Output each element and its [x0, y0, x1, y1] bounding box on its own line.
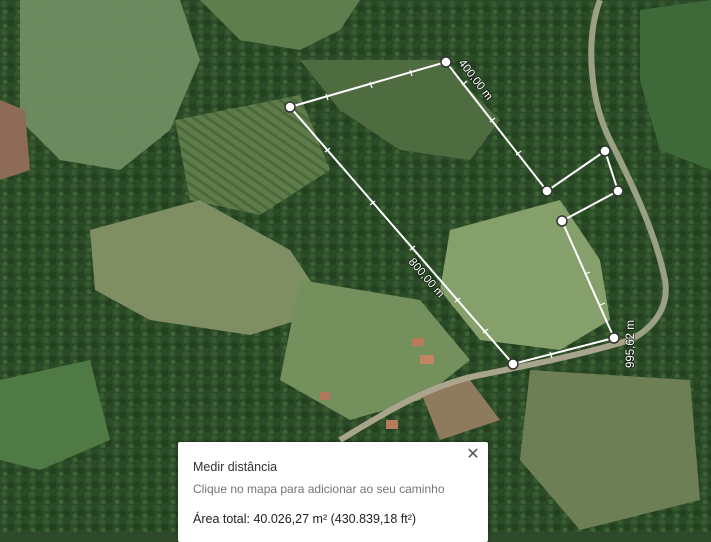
vertex-handle[interactable]	[612, 185, 624, 197]
vertex-handle[interactable]	[284, 101, 296, 113]
vertex-handle[interactable]	[507, 358, 519, 370]
segment-label-995: 995,62 m	[625, 320, 637, 368]
vertex-handle[interactable]	[541, 185, 553, 197]
vertex-handle[interactable]	[599, 145, 611, 157]
panel-title: Medir distância	[193, 460, 278, 474]
close-icon[interactable]: ✕	[462, 444, 484, 466]
vertex-handle[interactable]	[440, 56, 452, 68]
building	[386, 420, 398, 429]
building	[420, 355, 434, 364]
measure-distance-panel: Medir distância ✕ Clique no mapa para ad…	[178, 442, 488, 542]
building	[320, 392, 330, 400]
vertex-handle[interactable]	[608, 332, 620, 344]
building	[412, 338, 424, 346]
panel-hint: Clique no mapa para adicionar ao seu cam…	[193, 482, 445, 496]
vertex-handle[interactable]	[556, 215, 568, 227]
area-total: Área total: 40.026,27 m² (430.839,18 ft²…	[193, 512, 417, 526]
